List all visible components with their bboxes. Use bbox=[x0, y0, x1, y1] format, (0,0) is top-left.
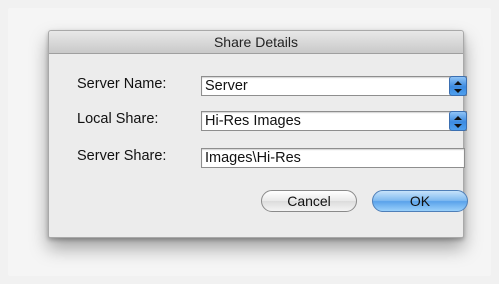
local-share-label: Local Share: bbox=[77, 111, 159, 127]
server-name-label: Server Name: bbox=[77, 76, 167, 92]
share-details-dialog: Share Details Server Name: Server Local … bbox=[48, 30, 468, 238]
dialog-title: Share Details bbox=[49, 31, 463, 54]
cancel-button[interactable]: Cancel bbox=[261, 190, 357, 212]
ok-button[interactable]: OK bbox=[372, 190, 468, 212]
server-name-combobox[interactable]: Server bbox=[201, 76, 467, 96]
server-share-label: Server Share: bbox=[77, 148, 167, 164]
local-share-combobox[interactable]: Hi-Res Images bbox=[201, 111, 467, 131]
server-share-input[interactable]: Images\Hi-Res bbox=[201, 148, 465, 168]
server-name-dropdown-arrow-icon[interactable] bbox=[449, 76, 467, 96]
local-share-value: Hi-Res Images bbox=[205, 113, 301, 129]
server-share-value: Images\Hi-Res bbox=[205, 150, 301, 166]
server-name-value: Server bbox=[205, 78, 248, 94]
local-share-dropdown-arrow-icon[interactable] bbox=[449, 111, 467, 131]
